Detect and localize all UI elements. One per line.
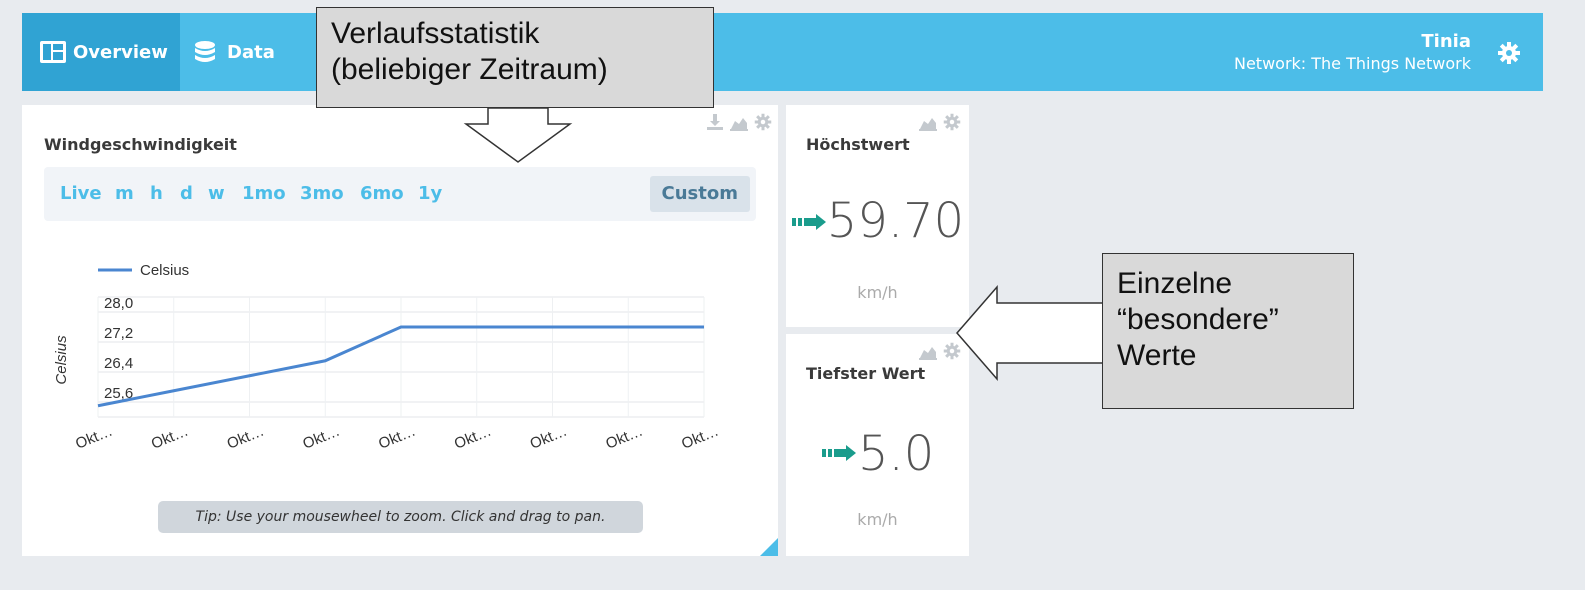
- range-live[interactable]: Live: [60, 167, 102, 221]
- range-1y[interactable]: 1y: [418, 167, 442, 221]
- x-tick-label: Okt…: [679, 423, 721, 453]
- panel-title: Windgeschwindigkeit: [44, 135, 237, 154]
- area-chart-icon[interactable]: [919, 342, 937, 360]
- min-value: 5.0: [858, 426, 935, 482]
- settings-gear-icon[interactable]: [1497, 41, 1521, 65]
- min-value-panel: Tiefster Wert 5.0 km/h: [786, 334, 969, 556]
- callout-special-values: Einzelne “besondere” Werte: [1102, 253, 1354, 409]
- panel-toolbar: [919, 113, 961, 131]
- panel-toolbar: [706, 113, 772, 131]
- time-range-bar: Live m h d w 1mo 3mo 6mo 1y Custom: [44, 167, 756, 221]
- tab-data-label: Data: [227, 41, 275, 63]
- tab-data[interactable]: Data: [194, 13, 314, 91]
- range-3mo[interactable]: 3mo: [300, 167, 344, 221]
- line-chart[interactable]: Celsius Celsius 28,027,226,425,6 Okt… Okt…: [22, 235, 778, 495]
- range-hour[interactable]: h: [150, 167, 163, 221]
- tab-overview-label: Overview: [73, 41, 168, 63]
- max-unit: km/h: [857, 283, 898, 302]
- x-tick-label: Okt…: [149, 423, 191, 453]
- y-tick-label: 26,4: [104, 355, 133, 372]
- range-minute[interactable]: m: [115, 167, 134, 221]
- y-tick-label: 27,2: [104, 325, 133, 342]
- area-chart-icon[interactable]: [919, 113, 937, 131]
- resize-handle[interactable]: [760, 538, 778, 556]
- panel-title: Höchstwert: [806, 135, 910, 154]
- x-tick-label: Okt…: [528, 423, 570, 453]
- range-week[interactable]: w: [208, 167, 225, 221]
- y-tick-label: 28,0: [104, 295, 133, 312]
- range-1mo[interactable]: 1mo: [242, 167, 286, 221]
- gear-icon[interactable]: [943, 113, 961, 131]
- user-info: Tinia Network: The Things Network: [1234, 31, 1471, 73]
- range-day[interactable]: d: [180, 167, 193, 221]
- tab-overview[interactable]: Overview: [22, 13, 180, 91]
- callout-special-line1: Einzelne: [1117, 267, 1233, 300]
- callout-arrow-down: [463, 107, 573, 163]
- x-tick-label: Okt…: [225, 423, 267, 453]
- x-tick-label: Okt…: [603, 423, 645, 453]
- callout-arrow-left: [956, 285, 1104, 381]
- range-6mo[interactable]: 6mo: [360, 167, 404, 221]
- zoom-tip: Tip: Use your mousewheel to zoom. Click …: [158, 501, 643, 533]
- user-name: Tinia: [1421, 31, 1471, 52]
- gear-icon[interactable]: [754, 113, 772, 131]
- max-value: 59.70: [826, 193, 965, 249]
- callout-history-line2: (beliebiger Zeitraum): [331, 53, 608, 86]
- top-bar: Overview Data Tinia Network: The Things …: [22, 13, 1543, 91]
- callout-special-line2: “besondere”: [1117, 303, 1279, 336]
- panel-title: Tiefster Wert: [806, 364, 926, 383]
- database-icon: [194, 41, 220, 63]
- min-unit: km/h: [857, 510, 898, 529]
- dashboard-icon: [40, 41, 66, 63]
- network-name: Network: The Things Network: [1233, 54, 1471, 73]
- history-panel: Windgeschwindigkeit Live m h d w 1mo 3mo…: [22, 105, 778, 556]
- x-tick-label: Okt…: [452, 423, 494, 453]
- custom-range-button[interactable]: Custom: [649, 176, 750, 212]
- x-tick-label: Okt…: [73, 423, 115, 453]
- legend-label: Celsius: [140, 262, 189, 279]
- x-tick-label: Okt…: [300, 423, 342, 453]
- callout-history: Verlaufsstatistik (beliebiger Zeitraum): [316, 7, 714, 108]
- download-icon[interactable]: [706, 113, 724, 131]
- max-value-panel: Höchstwert 59.70 km/h: [786, 105, 969, 327]
- area-chart-icon[interactable]: [730, 113, 748, 131]
- callout-special-line3: Werte: [1117, 339, 1197, 372]
- callout-history-line1: Verlaufsstatistik: [331, 17, 540, 50]
- y-axis-label: Celsius: [53, 335, 70, 385]
- x-tick-label: Okt…: [376, 423, 418, 453]
